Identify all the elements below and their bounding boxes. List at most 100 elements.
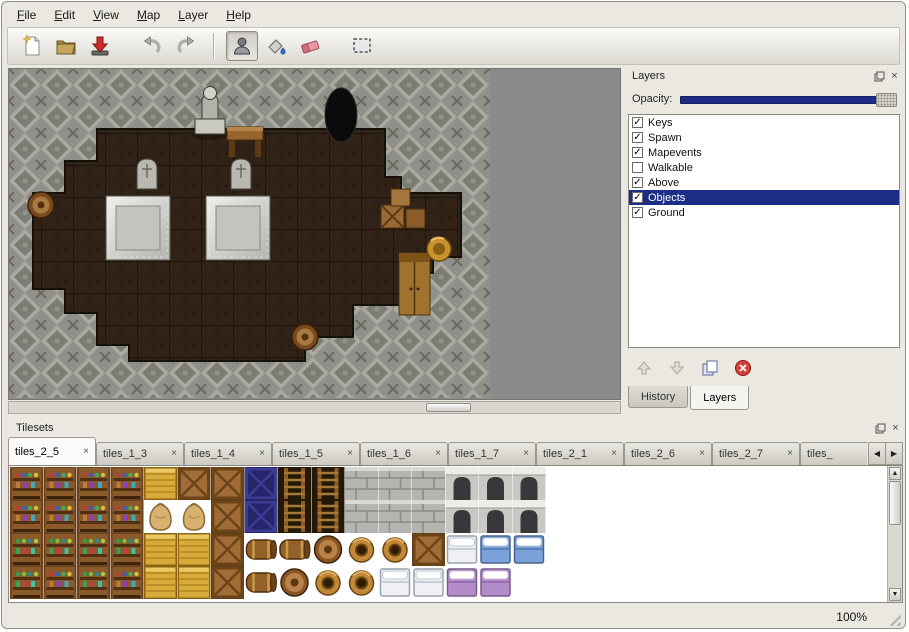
close-tab-icon[interactable]: ×: [695, 449, 705, 459]
tileset-tile[interactable]: [412, 500, 445, 533]
tileset-tile[interactable]: [178, 467, 211, 500]
tileset-tile[interactable]: [446, 533, 479, 566]
close-panel-icon[interactable]: ×: [889, 422, 902, 435]
close-tab-icon[interactable]: ×: [783, 449, 793, 459]
tileset-tile[interactable]: [345, 500, 378, 533]
layer-row-objects[interactable]: ✓Objects: [629, 190, 899, 205]
tileset-tile[interactable]: [144, 467, 177, 500]
tileset-tile[interactable]: [379, 533, 412, 566]
layer-visibility-checkbox[interactable]: ✓: [632, 177, 643, 188]
tileset-tile[interactable]: [178, 533, 211, 566]
tileset-tile[interactable]: [446, 566, 479, 599]
scroll-up-button[interactable]: ▲: [889, 467, 901, 480]
tileset-vscroll-thumb[interactable]: [889, 481, 901, 525]
layer-visibility-checkbox[interactable]: ✓: [632, 207, 643, 218]
open-map-button[interactable]: [50, 31, 82, 61]
tileset-tile[interactable]: [312, 533, 345, 566]
tileset-tile[interactable]: [513, 467, 546, 500]
layer-row-keys[interactable]: ✓Keys: [629, 115, 899, 130]
tileset-tile[interactable]: [245, 566, 278, 599]
tileset-tile[interactable]: [379, 467, 412, 500]
tileset-tile[interactable]: [345, 467, 378, 500]
tileset-tile[interactable]: [245, 533, 278, 566]
tileset-tile[interactable]: [10, 533, 43, 566]
tileset-tile[interactable]: [211, 533, 244, 566]
tileset-tile[interactable]: [412, 533, 445, 566]
close-tab-icon[interactable]: ×: [519, 449, 529, 459]
panel-tab-layers[interactable]: Layers: [690, 386, 749, 410]
tileset-tile[interactable]: [77, 566, 110, 599]
scroll-tabs-right-button[interactable]: ▶: [886, 443, 902, 464]
opacity-slider-track[interactable]: [680, 96, 895, 104]
stamp-tool-button[interactable]: [226, 31, 258, 61]
map-hscroll-thumb[interactable]: [426, 403, 471, 412]
tileset-tile[interactable]: [379, 566, 412, 599]
tileset-tab-tiles[interactable]: tiles_×: [800, 442, 867, 465]
opacity-slider-thumb[interactable]: [876, 93, 897, 107]
menu-help[interactable]: Help: [217, 5, 260, 26]
menu-file[interactable]: File: [8, 5, 45, 26]
layer-row-ground[interactable]: ✓Ground: [629, 205, 899, 220]
layer-visibility-checkbox[interactable]: [632, 162, 643, 173]
tileset-tab-tiles_2_5[interactable]: tiles_2_5×: [8, 437, 96, 465]
tileset-tile[interactable]: [10, 500, 43, 533]
undo-button[interactable]: [136, 31, 168, 61]
resize-grip[interactable]: [886, 611, 901, 626]
tileset-tile[interactable]: [77, 467, 110, 500]
tileset-tile[interactable]: [245, 467, 278, 500]
menu-edit[interactable]: Edit: [45, 5, 84, 26]
tileset-tile[interactable]: [379, 500, 412, 533]
tileset-tile[interactable]: [345, 533, 378, 566]
tileset-tab-tiles_1_7[interactable]: tiles_1_7×: [448, 442, 536, 465]
tileset-tile[interactable]: [312, 500, 345, 533]
tileset-tile[interactable]: [312, 566, 345, 599]
close-tab-icon[interactable]: ×: [607, 449, 617, 459]
tileset-tile[interactable]: [10, 467, 43, 500]
fill-tool-button[interactable]: [260, 31, 292, 61]
scroll-tabs-left-button[interactable]: ◀: [869, 443, 886, 464]
tileset-tile[interactable]: [278, 467, 311, 500]
layer-duplicate-button[interactable]: [700, 358, 720, 378]
save-map-button[interactable]: [84, 31, 116, 61]
tileset-tile[interactable]: [111, 533, 144, 566]
rect-select-tool-button[interactable]: [346, 31, 378, 61]
layer-row-above[interactable]: ✓Above: [629, 175, 899, 190]
tileset-tile[interactable]: [144, 566, 177, 599]
tileset-tile[interactable]: [44, 467, 77, 500]
tileset-tile[interactable]: [178, 566, 211, 599]
layer-row-mapevents[interactable]: ✓Mapevents: [629, 145, 899, 160]
tileset-tile[interactable]: [111, 566, 144, 599]
tileset-canvas[interactable]: [10, 467, 547, 599]
tileset-vertical-scrollbar[interactable]: ▲ ▼: [887, 466, 902, 602]
tileset-tile[interactable]: [44, 500, 77, 533]
detach-panel-icon[interactable]: [873, 70, 886, 83]
tileset-tab-tiles_1_6[interactable]: tiles_1_6×: [360, 442, 448, 465]
tileset-tile[interactable]: [412, 467, 445, 500]
tileset-tile[interactable]: [479, 467, 512, 500]
eraser-tool-button[interactable]: [294, 31, 326, 61]
tileset-tile[interactable]: [479, 533, 512, 566]
tileset-tile[interactable]: [211, 500, 244, 533]
tileset-tile[interactable]: [144, 533, 177, 566]
scroll-down-button[interactable]: ▼: [889, 588, 901, 601]
close-tab-icon[interactable]: ×: [343, 449, 353, 459]
tileset-tab-tiles_1_5[interactable]: tiles_1_5×: [272, 442, 360, 465]
menu-layer[interactable]: Layer: [169, 5, 217, 26]
tileset-tile[interactable]: [211, 467, 244, 500]
menu-map[interactable]: Map: [128, 5, 169, 26]
tileset-tab-tiles_1_3[interactable]: tiles_1_3×: [96, 442, 184, 465]
detach-panel-icon[interactable]: [874, 422, 887, 435]
tileset-tab-tiles_2_7[interactable]: tiles_2_7×: [712, 442, 800, 465]
tileset-tile[interactable]: [77, 533, 110, 566]
tileset-tab-tiles_2_1[interactable]: tiles_2_1×: [536, 442, 624, 465]
tileset-tile[interactable]: [77, 500, 110, 533]
layer-visibility-checkbox[interactable]: ✓: [632, 117, 643, 128]
tileset-tile[interactable]: [446, 467, 479, 500]
tileset-tile[interactable]: [144, 500, 177, 533]
layer-visibility-checkbox[interactable]: ✓: [632, 147, 643, 158]
layer-row-spawn[interactable]: ✓Spawn: [629, 130, 899, 145]
tileset-tile[interactable]: [245, 500, 278, 533]
tileset-tile[interactable]: [345, 566, 378, 599]
map-canvas[interactable]: [9, 69, 490, 398]
redo-button[interactable]: [170, 31, 202, 61]
